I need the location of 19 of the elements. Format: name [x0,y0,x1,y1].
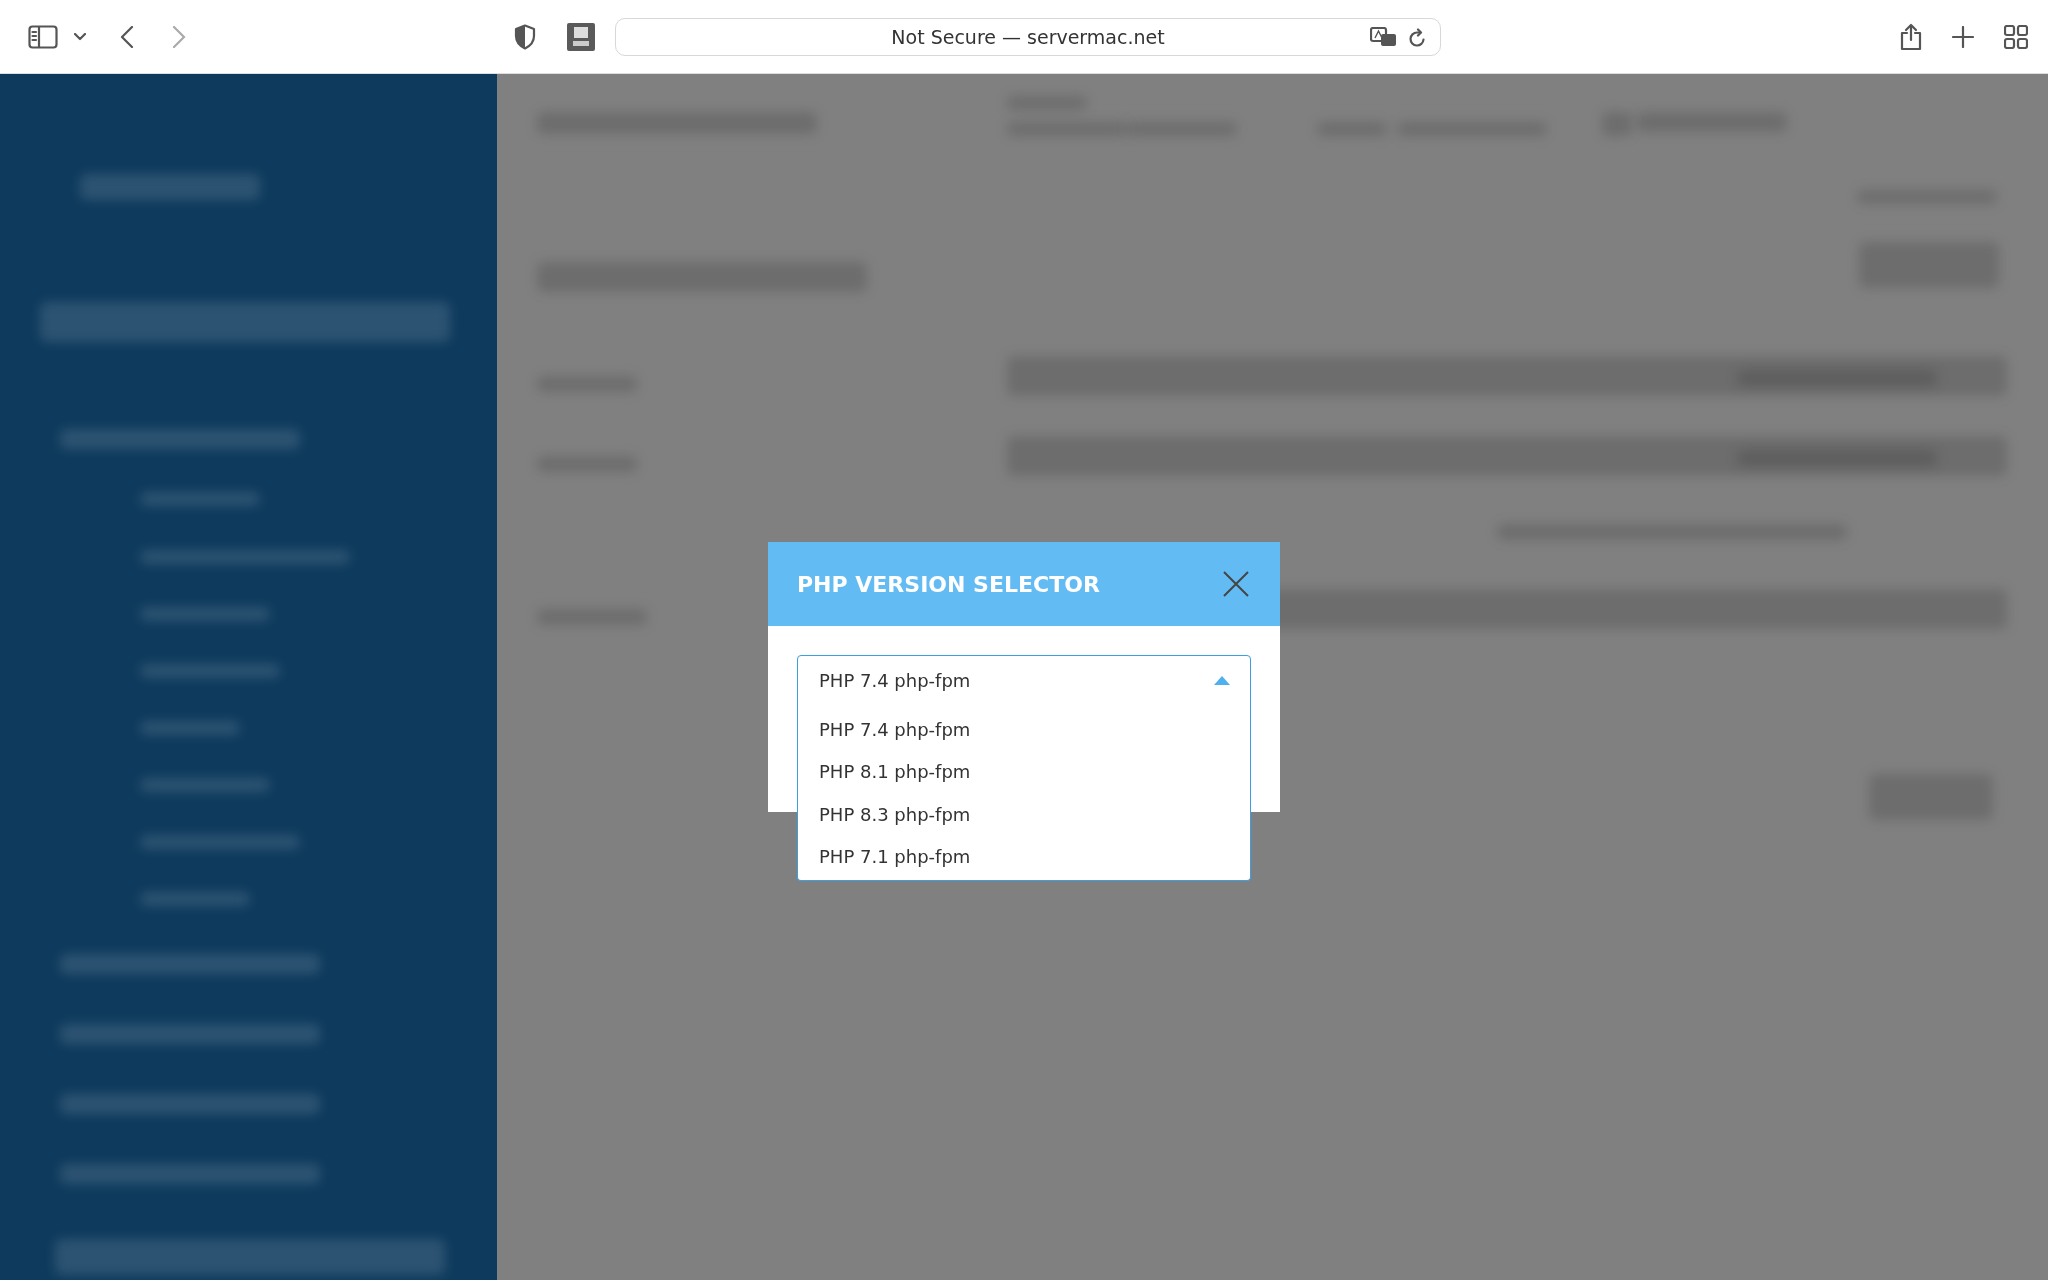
php-version-dropdown[interactable]: PHP 7.4 php-fpm [797,655,1251,705]
dropdown-option[interactable]: PHP 7.1 php-fpm [798,835,1250,878]
caret-icon [1214,675,1230,685]
tab-grid-icon[interactable] [2004,24,2028,49]
address-bar-text[interactable]: Not Secure — servermac.net [891,25,1165,48]
sidebar-icon[interactable] [28,24,58,49]
plus-icon[interactable] [1952,25,1974,48]
back-icon[interactable] [120,25,134,48]
forward-icon [172,25,186,48]
translate-icon[interactable] [1370,26,1398,49]
shield-icon[interactable] [514,23,536,50]
chevron-down-icon[interactable] [74,32,86,41]
close-icon[interactable] [1222,570,1250,598]
share-icon[interactable] [1900,22,1922,51]
reload-icon[interactable] [1408,27,1426,48]
dropdown-option[interactable]: PHP 8.1 php-fpm [798,750,1250,793]
dropdown-option[interactable]: PHP 8.3 php-fpm [798,793,1250,836]
dropdown-option[interactable]: PHP 7.4 php-fpm [798,708,1250,751]
modal-title: PHP VERSION SELECTOR [797,571,1100,597]
